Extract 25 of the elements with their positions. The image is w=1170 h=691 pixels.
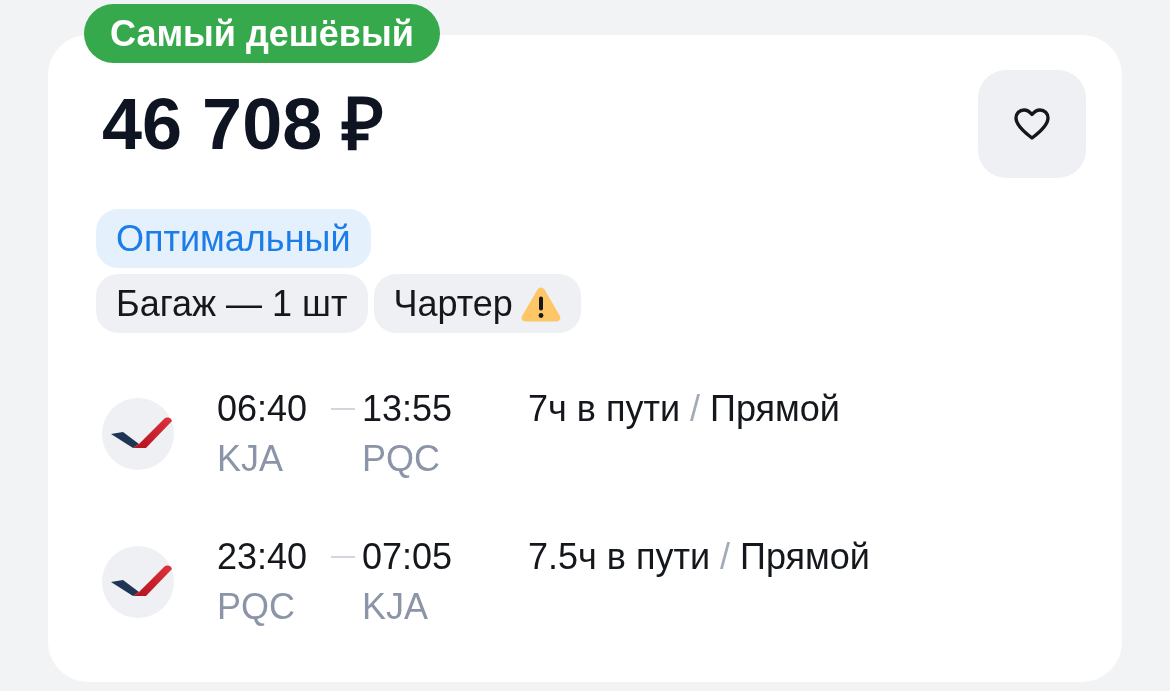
departure-time: 23:40 <box>217 535 308 579</box>
origin-airport: PQC <box>217 585 295 629</box>
flight-stops: Прямой <box>740 535 870 579</box>
cheapest-badge: Самый дешёвый <box>84 4 440 63</box>
origin-airport: KJA <box>217 437 284 481</box>
tag-label: Чартер <box>393 281 513 326</box>
tag-label: Багаж — 1 шт <box>116 281 348 326</box>
favorite-button[interactable] <box>978 70 1086 178</box>
flight-duration: 7ч в пути <box>528 387 680 431</box>
time-dash-line <box>331 556 355 558</box>
tag-label: Оптимальный <box>116 216 351 261</box>
separator-slash: / <box>690 387 700 431</box>
price: 46 708 ₽ <box>102 88 385 160</box>
airline-logo-icon <box>102 398 174 470</box>
flight-duration: 7.5ч в пути <box>528 535 711 579</box>
warning-icon <box>520 285 561 322</box>
separator-slash: / <box>720 535 731 579</box>
time-dash-line <box>331 408 355 410</box>
arrival-time: 07:05 <box>362 535 453 579</box>
destination-airport: KJA <box>362 585 429 629</box>
airline-logo-icon <box>102 546 174 618</box>
arrival-time: 13:55 <box>362 387 453 431</box>
destination-airport: PQC <box>362 437 440 481</box>
departure-time: 06:40 <box>217 387 308 431</box>
flight-stops: Прямой <box>710 387 840 431</box>
